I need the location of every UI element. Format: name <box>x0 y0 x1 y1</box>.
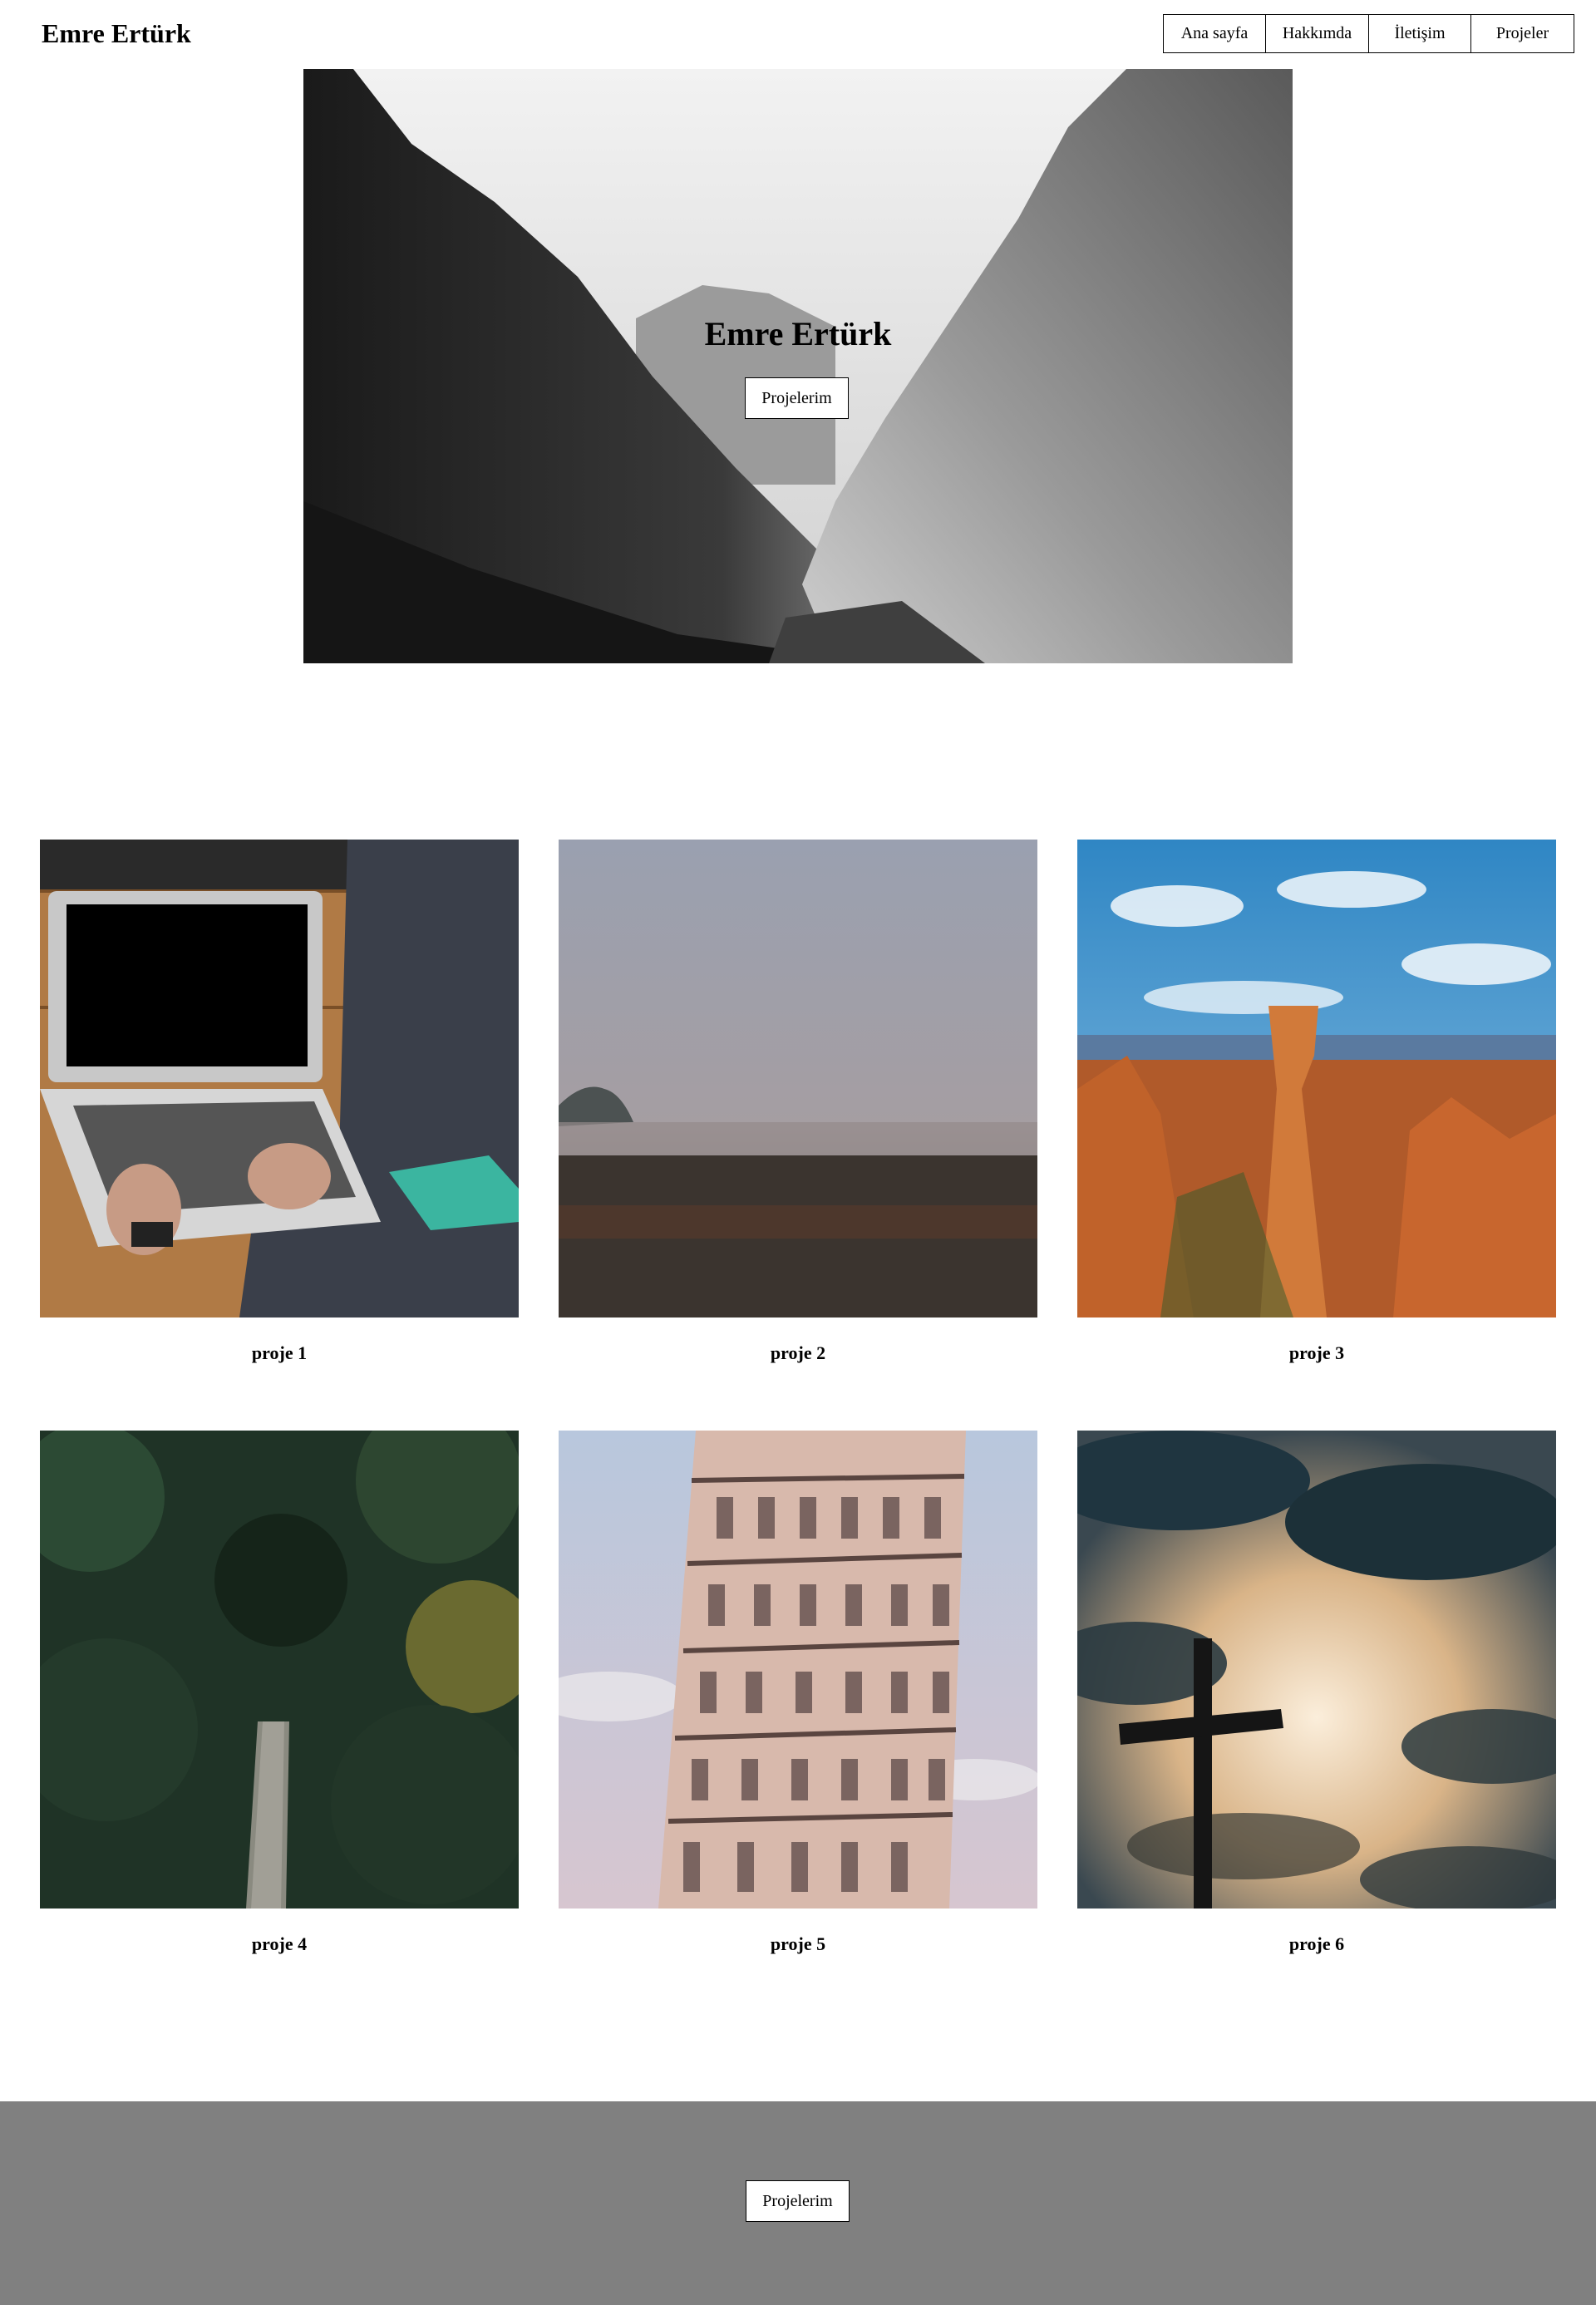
cross-sky-photo[interactable] <box>1077 1431 1556 1909</box>
hero-title: Emre Ertürk <box>704 315 892 352</box>
project-card[interactable]: proje 2 <box>559 840 1037 1364</box>
project-label: proje 4 <box>251 1933 308 1954</box>
footer-projects-button[interactable]: Projelerim <box>746 2180 850 2222</box>
nav-contact[interactable]: İletişim <box>1367 14 1472 53</box>
forest-bridge-photo[interactable] <box>40 1431 519 1909</box>
project-label: proje 6 <box>1288 1933 1345 1954</box>
laptop-photo[interactable] <box>40 840 519 1317</box>
mountain-valley-photo <box>303 69 1293 663</box>
project-card[interactable]: proje 4 <box>40 1431 519 1955</box>
hero-projects-button[interactable]: Projelerim <box>745 377 849 419</box>
foggy-field-photo[interactable] <box>559 840 1037 1317</box>
site-footer: Projelerim <box>0 2101 1596 2305</box>
project-label: proje 1 <box>251 1342 308 1363</box>
project-label: proje 2 <box>770 1342 826 1363</box>
site-brand[interactable]: Emre Ertürk <box>42 18 191 49</box>
project-card[interactable]: proje 1 <box>40 840 519 1364</box>
project-label: proje 5 <box>770 1933 826 1954</box>
project-card[interactable]: proje 6 <box>1077 1431 1556 1955</box>
project-label: proje 3 <box>1288 1342 1345 1363</box>
main-nav: Ana sayfa Hakkımda İletişim Projeler <box>1162 14 1574 53</box>
leaning-tower-photo[interactable] <box>559 1431 1037 1909</box>
nav-home[interactable]: Ana sayfa <box>1162 14 1267 53</box>
canyon-photo[interactable] <box>1077 840 1556 1317</box>
project-card[interactable]: proje 5 <box>559 1431 1037 1955</box>
hero-banner: Emre Ertürk Projelerim <box>303 69 1293 663</box>
project-card[interactable]: proje 3 <box>1077 840 1556 1364</box>
nav-projects[interactable]: Projeler <box>1470 14 1574 53</box>
nav-about[interactable]: Hakkımda <box>1265 14 1369 53</box>
